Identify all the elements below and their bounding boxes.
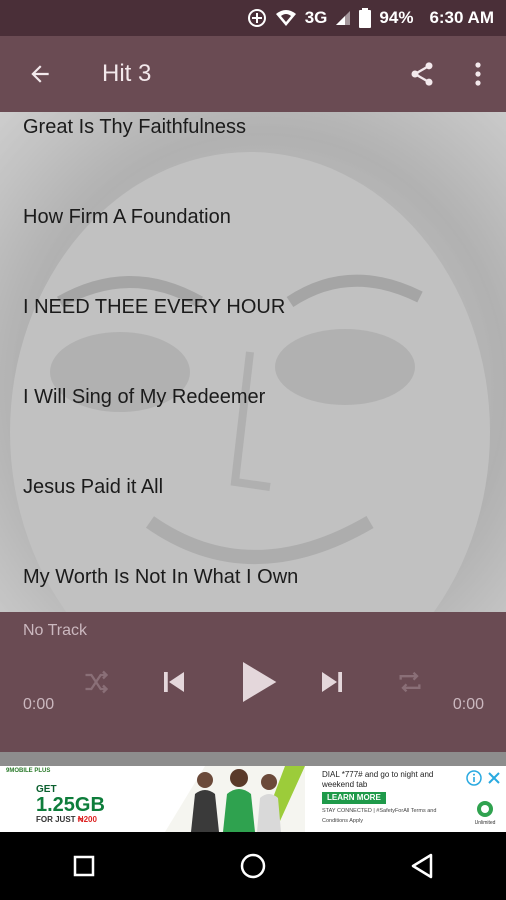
- player-panel: No Track 0:00 0:00: [0, 612, 506, 752]
- skip-previous-icon: [164, 672, 184, 692]
- divider: [0, 752, 506, 766]
- learn-more-button[interactable]: LEARN MORE: [322, 792, 386, 804]
- circle-icon: [240, 853, 266, 879]
- home-button[interactable]: [223, 836, 283, 896]
- ad-tag: 9MOBILE PLUS: [6, 768, 51, 774]
- square-icon: [74, 855, 95, 877]
- ad-brand-logo-icon: [477, 801, 493, 817]
- ad-dial-text: DIAL *777# and go to night and weekend t…: [322, 770, 434, 789]
- signal-icon: [336, 11, 351, 25]
- song-list: Great Is Thy Faithfulness How Firm A Fou…: [0, 112, 506, 612]
- battery-icon: [359, 8, 372, 28]
- previous-button[interactable]: [152, 660, 196, 704]
- page-title: Hit 3: [102, 60, 152, 87]
- list-item[interactable]: I Will Sing of My Redeemer: [0, 382, 506, 472]
- status-bar: 3G 94% 6:30 AM: [0, 0, 506, 36]
- list-item[interactable]: My Worth Is Not In What I Own: [0, 562, 506, 612]
- song-list-area: Great Is Thy Faithfulness How Firm A Fou…: [0, 112, 506, 612]
- list-item[interactable]: How Firm A Foundation: [0, 202, 506, 292]
- ad-brand-text: Unlimited: [474, 820, 496, 826]
- system-nav-bar: [0, 832, 506, 900]
- ad-offer: 9MOBILE PLUS GET 1.25GB FOR JUST ₦200: [6, 768, 166, 830]
- wifi-icon: [275, 10, 296, 26]
- battery-level: 94%: [379, 8, 414, 27]
- track-title: No Track: [23, 622, 88, 639]
- play-icon: [243, 662, 277, 702]
- recents-button[interactable]: [54, 836, 114, 896]
- shuffle-icon: [85, 670, 109, 694]
- skip-next-icon: [322, 672, 342, 692]
- ad-price-line: FOR JUST ₦200: [36, 815, 166, 824]
- ad-price: ₦200: [77, 815, 97, 824]
- ad-people-image: [165, 766, 305, 832]
- triangle-back-icon: [411, 853, 432, 879]
- elapsed-time: 0:00: [23, 696, 55, 713]
- clock: 6:30 AM: [429, 8, 494, 27]
- ad-banner[interactable]: 9MOBILE PLUS GET 1.25GB FOR JUST ₦200 DI…: [0, 766, 506, 832]
- play-button[interactable]: [232, 656, 284, 708]
- network-type: 3G: [304, 8, 328, 27]
- more-vert-icon: [475, 62, 481, 86]
- repeat-icon: [399, 671, 421, 693]
- list-item[interactable]: Great Is Thy Faithfulness: [0, 112, 506, 202]
- list-item[interactable]: Jesus Paid it All: [0, 472, 506, 562]
- next-button[interactable]: [310, 660, 354, 704]
- share-icon: [411, 62, 433, 86]
- back-nav-button[interactable]: [392, 836, 452, 896]
- total-time: 0:00: [452, 696, 484, 713]
- data-saver-icon: [247, 9, 266, 27]
- arrow-back-icon: [31, 65, 49, 83]
- ad-for-just: FOR JUST: [36, 815, 76, 824]
- ad-fine-print: STAY CONNECTED | #SafetyForAll Terms and…: [322, 808, 437, 824]
- app-bar: Hit 3: [0, 36, 506, 112]
- more-options-button[interactable]: [450, 36, 506, 112]
- back-button[interactable]: [0, 36, 80, 112]
- ad-info-icon[interactable]: [466, 770, 482, 786]
- shuffle-button[interactable]: [74, 660, 118, 704]
- ad-close-icon[interactable]: [486, 770, 502, 786]
- ad-amount: 1.25GB: [36, 794, 105, 816]
- repeat-button[interactable]: [388, 660, 432, 704]
- list-item[interactable]: I NEED THEE EVERY HOUR: [0, 292, 506, 382]
- ad-details: DIAL *777# and go to night and weekend t…: [322, 770, 462, 826]
- share-button[interactable]: [394, 36, 450, 112]
